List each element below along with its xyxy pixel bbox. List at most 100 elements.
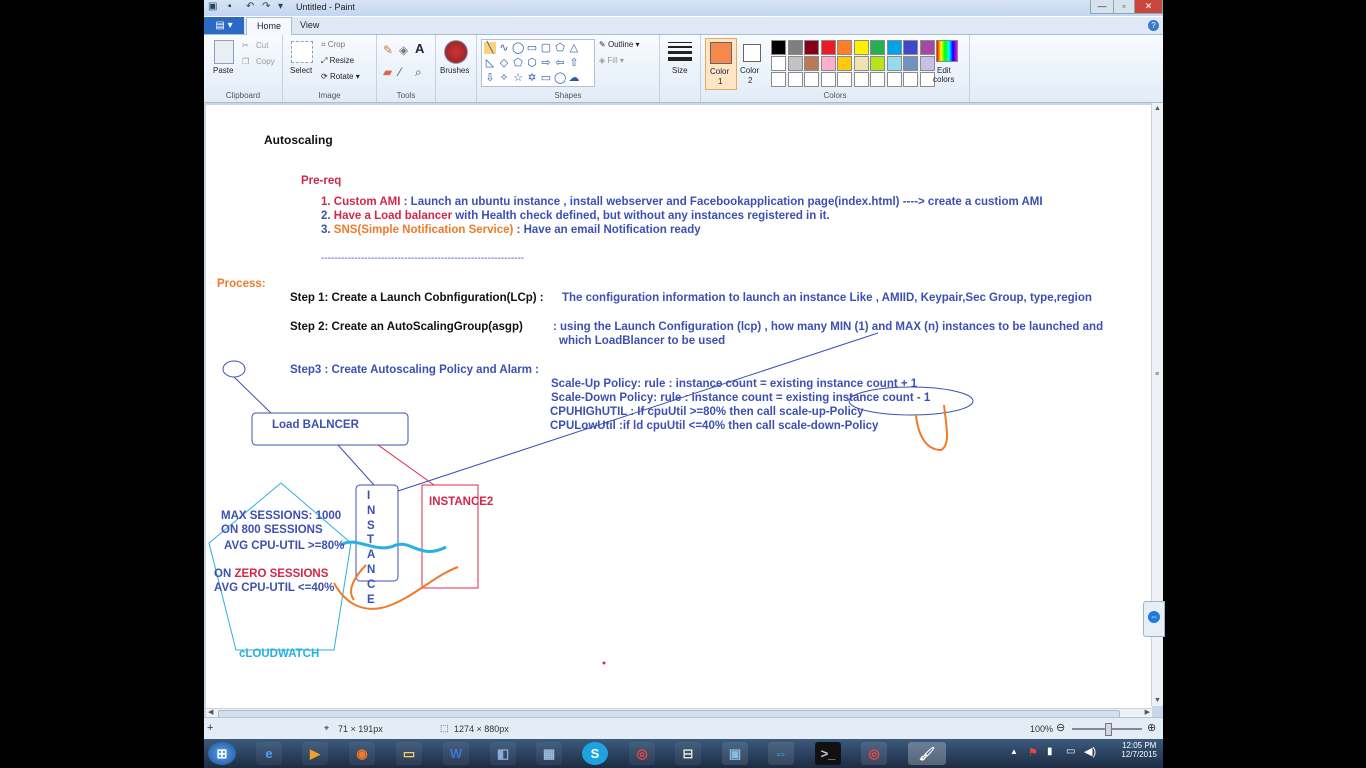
- pencil-icon[interactable]: ✎: [383, 43, 393, 57]
- custom-color-slot[interactable]: [820, 72, 836, 87]
- up-arrow-shape-icon[interactable]: ⇧: [568, 57, 580, 69]
- outline-dropdown[interactable]: ✎ Outline ▾: [599, 40, 640, 49]
- edit-colors-icon[interactable]: [936, 40, 958, 62]
- copy-button[interactable]: Copy: [256, 57, 275, 66]
- tray-flag-icon[interactable]: ⚑: [1028, 746, 1038, 759]
- chrome-icon[interactable]: ◎: [629, 742, 655, 765]
- custom-color-slot[interactable]: [903, 72, 918, 87]
- palette-swatch[interactable]: [771, 40, 786, 55]
- palette-swatch[interactable]: [804, 56, 819, 71]
- select-button[interactable]: Select: [290, 66, 312, 75]
- right-arrow-shape-icon[interactable]: ⇨: [540, 57, 552, 69]
- tab-home[interactable]: Home: [246, 17, 293, 35]
- scroll-left-icon[interactable]: ◀: [208, 708, 213, 716]
- resize-button[interactable]: ⤢ Resize: [321, 56, 354, 66]
- magnifier-icon[interactable]: ⌕: [415, 65, 422, 80]
- palette-swatch[interactable]: [837, 56, 852, 71]
- palette-swatch[interactable]: [919, 56, 935, 71]
- teamviewer-side-widget[interactable]: ⇔: [1143, 601, 1165, 637]
- callout-rect-icon[interactable]: ▭: [540, 72, 552, 84]
- five-point-star-icon[interactable]: ☆: [512, 72, 524, 84]
- tab-view[interactable]: View: [290, 17, 329, 34]
- calculator-icon[interactable]: ▦: [536, 742, 562, 765]
- quick-access-dropdown-icon[interactable]: ▾: [278, 1, 283, 12]
- paste-button[interactable]: Paste: [213, 66, 233, 75]
- color2-button[interactable]: Color 2: [738, 38, 766, 88]
- four-point-star-icon[interactable]: ✧: [498, 72, 510, 84]
- remote-desktop-icon[interactable]: ⊟: [675, 742, 701, 765]
- custom-color-slot[interactable]: [886, 72, 902, 87]
- zoom-in-icon[interactable]: ⊕: [1147, 721, 1156, 734]
- cut-icon[interactable]: ✂: [242, 41, 249, 50]
- tray-display-icon[interactable]: ▭: [1066, 746, 1075, 757]
- edit-colors-button-line2[interactable]: colors: [933, 75, 954, 84]
- maximize-button[interactable]: ▫: [1113, 0, 1135, 14]
- clock[interactable]: 12:05 PM 12/7/2015: [1121, 741, 1157, 759]
- palette-swatch[interactable]: [903, 40, 918, 55]
- palette-swatch[interactable]: [886, 56, 902, 71]
- internet-explorer-icon[interactable]: e: [256, 742, 282, 765]
- teamviewer-side-icon[interactable]: ⇔: [1148, 611, 1160, 623]
- teamviewer-icon[interactable]: ⇔: [768, 742, 794, 765]
- drawing-canvas[interactable]: Autoscaling Pre-req 1. Custom AMI : Laun…: [206, 105, 1152, 708]
- eraser-icon[interactable]: ▰: [383, 65, 392, 79]
- palette-swatch[interactable]: [886, 40, 902, 55]
- custom-color-slot[interactable]: [870, 72, 885, 87]
- scroll-up-icon[interactable]: ▲: [1154, 105, 1161, 112]
- line-shape-icon[interactable]: ╲: [484, 42, 496, 54]
- word-icon[interactable]: W: [443, 742, 469, 765]
- callout-cloud-icon[interactable]: ☁: [568, 72, 580, 84]
- pentagon-shape-icon[interactable]: ⬠: [512, 57, 524, 69]
- custom-color-slot[interactable]: [804, 72, 819, 87]
- rotate-button[interactable]: ⟳ Rotate ▾: [321, 72, 360, 81]
- diamond-shape-icon[interactable]: ◇: [498, 57, 510, 69]
- tray-network-icon[interactable]: ▮: [1047, 746, 1053, 757]
- custom-color-slot[interactable]: [837, 72, 852, 87]
- file-explorer-icon[interactable]: ▭: [396, 742, 422, 765]
- command-prompt-icon[interactable]: >_: [815, 742, 841, 765]
- tray-expand-icon[interactable]: ▲: [1010, 747, 1018, 756]
- app-switcher-icon[interactable]: ◧: [490, 742, 516, 765]
- paint-taskbar-icon[interactable]: 🖌: [908, 742, 946, 765]
- redo-icon[interactable]: ↷: [262, 1, 270, 12]
- curve-shape-icon[interactable]: ∿: [498, 42, 510, 54]
- file-menu-button[interactable]: ▤ ▾: [204, 17, 244, 34]
- rounded-rectangle-icon[interactable]: ▢: [540, 42, 552, 54]
- save-icon[interactable]: ▪: [228, 1, 232, 12]
- palette-swatch[interactable]: [787, 40, 803, 55]
- skype-icon[interactable]: S: [582, 742, 608, 765]
- minimize-button[interactable]: —: [1090, 0, 1114, 14]
- down-arrow-shape-icon[interactable]: ⇩: [484, 72, 496, 84]
- size-button[interactable]: Size: [672, 66, 688, 75]
- cut-button[interactable]: Cut: [256, 41, 268, 50]
- palette-swatch[interactable]: [919, 40, 935, 55]
- tray-volume-icon[interactable]: ◀): [1084, 745, 1096, 758]
- zoom-slider[interactable]: [1072, 723, 1142, 736]
- color1-button[interactable]: Color 1: [705, 38, 737, 90]
- brushes-button[interactable]: Brushes: [440, 66, 469, 75]
- brushes-icon[interactable]: [444, 40, 468, 64]
- palette-swatch[interactable]: [853, 56, 869, 71]
- text-tool-icon[interactable]: A: [415, 41, 424, 56]
- undo-icon[interactable]: ↶: [246, 1, 254, 12]
- crop-button[interactable]: ⌗ Crop: [321, 40, 345, 50]
- palette-swatch[interactable]: [804, 40, 819, 55]
- start-button[interactable]: ⊞: [208, 742, 236, 765]
- copy-icon[interactable]: ❐: [242, 57, 249, 66]
- palette-swatch[interactable]: [820, 56, 836, 71]
- palette-swatch[interactable]: [903, 56, 918, 71]
- scroll-down-icon[interactable]: ▼: [1154, 697, 1161, 704]
- color-picker-icon[interactable]: ⁄: [399, 65, 401, 79]
- help-icon[interactable]: ?: [1148, 20, 1159, 31]
- paint-app-icon[interactable]: ▣: [208, 1, 217, 12]
- palette-swatch[interactable]: [853, 40, 869, 55]
- chrome-second-icon[interactable]: ◎: [861, 742, 887, 765]
- custom-color-slot[interactable]: [787, 72, 803, 87]
- palette-swatch[interactable]: [771, 56, 786, 71]
- zoom-out-icon[interactable]: ⊖: [1056, 721, 1065, 734]
- palette-swatch[interactable]: [870, 40, 885, 55]
- edit-colors-button[interactable]: Edit: [937, 66, 951, 75]
- custom-color-slot[interactable]: [853, 72, 869, 87]
- size-icon[interactable]: [668, 42, 692, 61]
- zoom-slider-thumb[interactable]: [1105, 723, 1112, 736]
